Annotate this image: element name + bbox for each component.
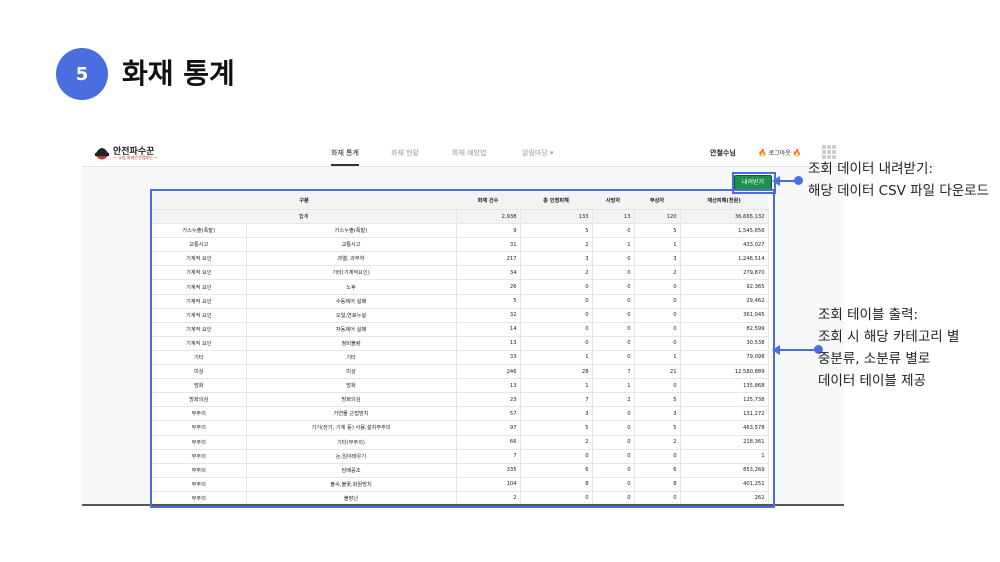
firefighter-helmet-icon xyxy=(95,148,109,160)
download-annotation-line1: 조회 데이터 내려받기: xyxy=(808,161,933,177)
tab-fire-prevention[interactable]: 화재 예방법 xyxy=(452,140,486,166)
logout-button[interactable]: 🔥 로그아웃 🔥 xyxy=(758,140,801,167)
fire-icon: 🔥 xyxy=(758,149,767,157)
download-annotation-line2: 해당 데이터 CSV 파일 다운로드 xyxy=(808,183,990,199)
user-name: 안철수님 xyxy=(710,149,736,157)
table-annotation: 조회 테이블 출력: 조회 시 해당 카테고리 별 중분류, 소분류 별로 데이… xyxy=(818,304,959,392)
tab-notice-board[interactable]: 알림마당 ▾ xyxy=(522,140,554,166)
table-annotation-line3: 중분류, 소분류 별로 xyxy=(818,351,931,367)
logo[interactable]: 안전파수꾼 — 소방 화재안전캠페인 — xyxy=(94,144,164,162)
table-connector-line xyxy=(779,349,819,351)
fire-icon: 🔥 xyxy=(792,149,802,157)
table-annotation-line4: 데이터 테이블 제공 xyxy=(818,373,926,389)
tab-fire-status[interactable]: 화재 현황 xyxy=(391,140,419,166)
download-connector-dot xyxy=(794,176,803,185)
table-annotation-line2: 조회 시 해당 카테고리 별 xyxy=(818,329,960,345)
step-number: 5 xyxy=(75,63,89,85)
slide-title: 화재 통계 xyxy=(122,57,235,90)
logo-subtitle: — 소방 화재안전캠페인 — xyxy=(113,155,158,160)
apps-grid-icon[interactable] xyxy=(822,145,836,159)
top-navigation: 안전파수꾼 — 소방 화재안전캠페인 — 화재 통계 화재 현황 화재 예방법 … xyxy=(82,140,844,167)
step-number-badge: 5 xyxy=(56,48,108,100)
tab-fire-statistics[interactable]: 화재 통계 xyxy=(331,140,359,166)
table-annotation-line1: 조회 테이블 출력: xyxy=(818,307,919,323)
table-highlight-box xyxy=(150,189,775,508)
download-annotation: 조회 데이터 내려받기: 해당 데이터 CSV 파일 다운로드 xyxy=(808,158,989,202)
logout-label: 로그아웃 xyxy=(768,150,791,157)
